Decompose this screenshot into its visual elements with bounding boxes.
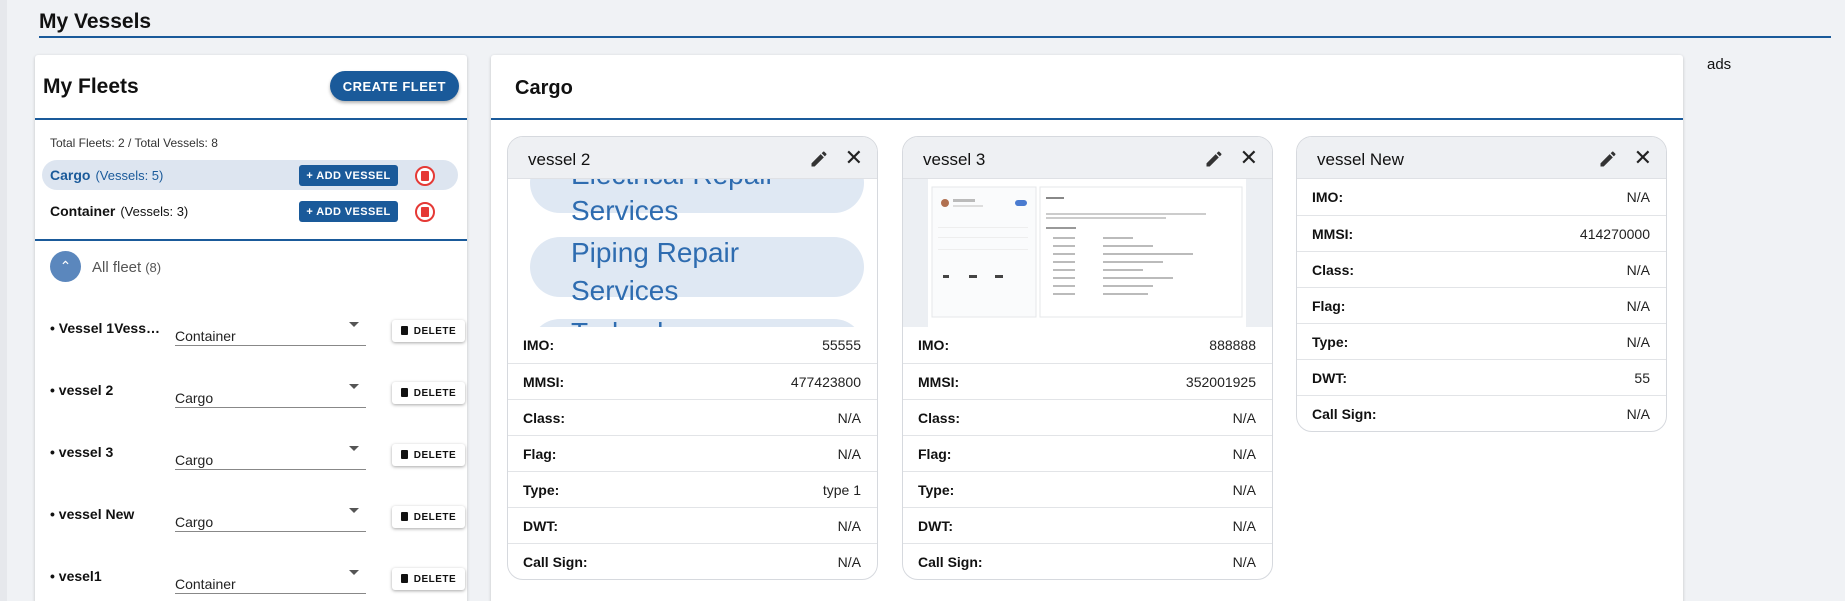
detail-row: Flag: N/A [1297,287,1666,323]
image-text: Services [571,195,679,226]
card-header: vessel New ✕ [1297,137,1666,179]
card-header: vessel 3 ✕ [903,137,1272,179]
detail-row: MMSI: 477423800 [508,363,877,399]
trash-icon [400,325,408,335]
vessel-name: • vesel1 [50,568,102,584]
dropdown-caret-icon [349,446,359,451]
divider [35,239,467,241]
detail-row: Call Sign: N/A [1297,395,1666,431]
cargo-header: Cargo [491,55,1683,120]
close-icon[interactable]: ✕ [1240,147,1258,169]
vessel-card: vessel 2 ✕ Electrical Repair Services Pi… [507,136,878,580]
detail-row: MMSI: 352001925 [903,363,1272,399]
vessel-image: Electrical Repair Services Piping Repair… [508,179,877,327]
detail-row: IMO: 55555 [523,337,861,353]
fleets-panel: My Fleets CREATE FLEET Total Fleets: 2 /… [35,55,467,601]
fleet-select[interactable]: Container [175,560,366,594]
profile-screenshot-image [928,179,1246,327]
trash-icon [400,387,408,397]
left-gutter [0,0,7,601]
dropdown-caret-icon [349,508,359,513]
vessel-image [903,179,1272,327]
delete-vessel-button[interactable]: DELETE [392,568,465,590]
detail-row: Type: N/A [1297,323,1666,359]
fleet-select[interactable]: Container [175,312,366,346]
fleet-item-container[interactable]: Container (Vessels: 3) + ADD VESSEL [42,196,458,226]
detail-row: Class: N/A [508,399,877,435]
all-fleet-label: All fleet (8) [92,259,162,276]
image-text: Services [571,275,679,306]
fleets-header: My Fleets CREATE FLEET [35,55,467,120]
edit-icon[interactable] [808,149,830,169]
dropdown-caret-icon [349,322,359,327]
add-vessel-button[interactable]: + ADD VESSEL [299,165,398,186]
card-title: vessel 3 [923,150,986,169]
detail-row: Class: N/A [1297,251,1666,287]
fleet-select[interactable]: Cargo [175,374,366,408]
trash-icon [400,573,408,583]
vessel-row: • Vessel 1Vessel 1 Container DELETE [50,304,465,348]
close-icon[interactable]: ✕ [845,147,863,169]
vessel-row: • vessel 3 Cargo DELETE [50,428,465,472]
dropdown-caret-icon [349,384,359,389]
detail-row: Type: type 1 [508,471,877,507]
fleet-item-cargo[interactable]: Cargo (Vessels: 5) + ADD VESSEL [42,160,458,190]
close-icon[interactable]: ✕ [1634,147,1652,169]
vessel-name: • Vessel 1Vessel 1 [50,320,160,336]
fleet-name: Cargo (Vessels: 5) [50,167,164,183]
page-header: My Vessels [39,8,1831,38]
vessel-name: • vessel 2 [50,382,114,398]
detail-row: Type: N/A [903,471,1272,507]
fleet-select[interactable]: Cargo [175,498,366,532]
card-title: vessel New [1317,150,1404,169]
add-vessel-button[interactable]: + ADD VESSEL [299,201,398,222]
vessel-details: IMO: 55555 MMSI: 477423800 Class: N/A Flag:… [508,327,877,579]
image-text: Turbocharger [571,314,738,327]
card-header: vessel 2 ✕ [508,137,877,179]
detail-row: Call Sign: N/A [903,543,1272,579]
detail-row: DWT: 55 [1297,359,1666,395]
trash-icon [400,449,408,459]
detail-row: Flag: N/A [903,435,1272,471]
detail-row: Call Sign: N/A [508,543,877,579]
fleets-title: My Fleets [43,75,139,98]
ads-placeholder: ads [1707,56,1732,73]
delete-vessel-button[interactable]: DELETE [392,444,465,466]
trash-icon [400,511,408,521]
detail-row: MMSI: 414270000 [1297,215,1666,251]
delete-vessel-button[interactable]: DELETE [392,506,465,528]
detail-row: IMO: N/A [1312,189,1650,205]
vessel-row: • vessel 2 Cargo DELETE [50,366,465,410]
fleet-name: Container (Vessels: 3) [50,203,189,219]
edit-icon[interactable] [1203,149,1225,169]
detail-row: Flag: N/A [508,435,877,471]
vessel-row: • vessel New Cargo DELETE [50,490,465,534]
detail-row: Class: N/A [903,399,1272,435]
card-title: vessel 2 [528,150,591,169]
page-title: My Vessels [39,10,152,33]
cargo-title: Cargo [515,77,573,99]
edit-icon[interactable] [1597,149,1619,169]
vessel-card: vessel 3 ✕ IMO: 888888 MMSI: 352001925 C… [902,136,1273,580]
delete-vessel-button[interactable]: DELETE [392,320,465,342]
create-fleet-button[interactable]: CREATE FLEET [329,71,459,101]
delete-vessel-button[interactable]: DELETE [392,382,465,404]
vessel-name: • vessel New [50,506,135,522]
vessel-card: vessel New ✕ IMO: N/A MMSI: 414270000 Clas… [1296,136,1667,432]
dropdown-caret-icon [349,570,359,575]
vessel-name: • vessel 3 [50,444,114,460]
vessel-row: • vesel1 Container DELETE [50,552,465,596]
image-text: Piping Repair [571,237,740,268]
delete-fleet-icon[interactable] [415,202,435,222]
detail-row: DWT: N/A [903,507,1272,543]
delete-fleet-icon[interactable] [415,166,435,186]
vessel-details: IMO: 888888 MMSI: 352001925 Class: N/A Flag… [903,327,1272,579]
cargo-panel: Cargo vessel 2 ✕ Electrical Repair Servi… [491,55,1683,601]
fleet-totals: Total Fleets: 2 / Total Vessels: 8 [50,136,218,150]
chevron-up-icon[interactable]: ⌃ [50,251,81,282]
detail-row: DWT: N/A [508,507,877,543]
vessel-details: IMO: N/A MMSI: 414270000 Class: N/A Flag: N/… [1297,179,1666,431]
fleet-select[interactable]: Cargo [175,436,366,470]
detail-row: IMO: 888888 [918,337,1256,353]
